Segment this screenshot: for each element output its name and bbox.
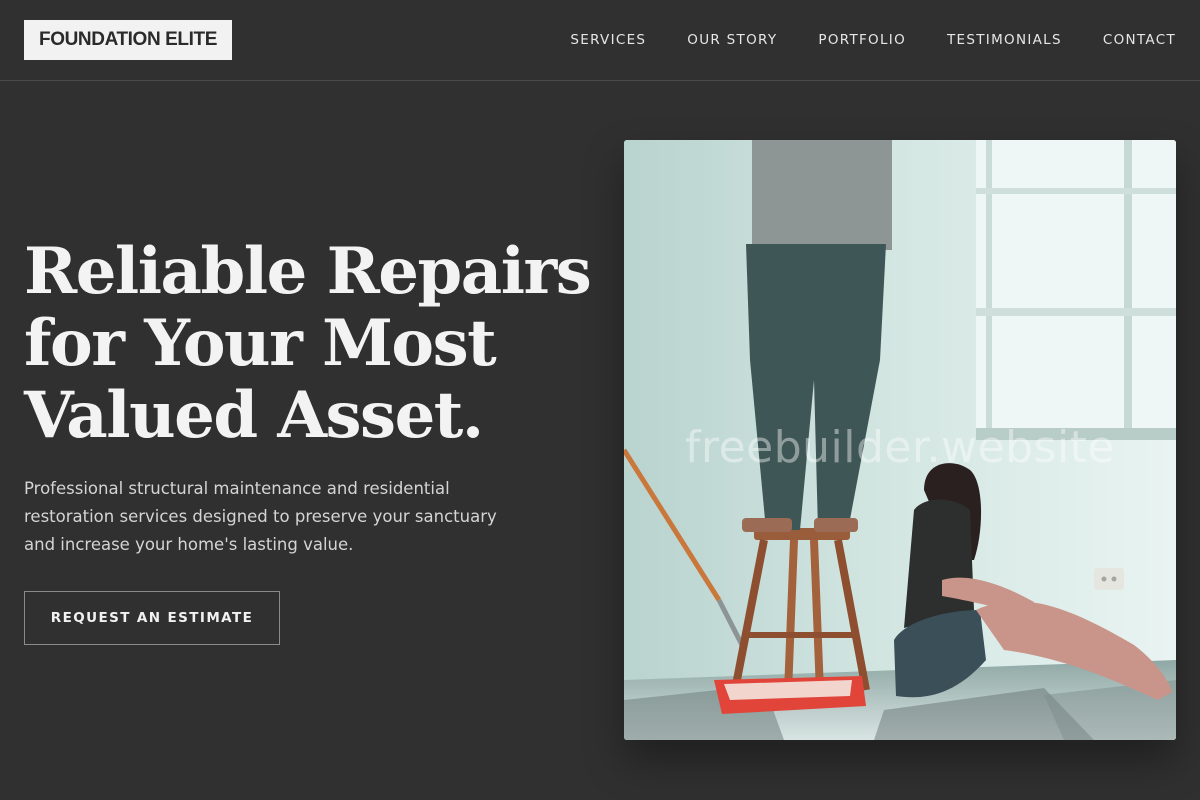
hero-title-line: Valued Asset. <box>24 378 484 453</box>
main-nav: SERVICES OUR STORY PORTFOLIO TESTIMONIAL… <box>570 0 1176 80</box>
nav-link-testimonials[interactable]: TESTIMONIALS <box>947 32 1062 48</box>
hero-description-line: and increase your home's lasting value. <box>24 535 354 554</box>
hero-title-line: for Your Most <box>24 306 497 381</box>
hero-title-line: Reliable Repairs <box>24 234 592 309</box>
logo[interactable]: FOUNDATION ELITE <box>24 20 232 60</box>
nav-link-portfolio[interactable]: PORTFOLIO <box>818 32 906 48</box>
hero-image: freebuilder.website <box>624 140 1176 740</box>
hero-description-line: restoration services designed to preserv… <box>24 507 497 526</box>
hero-description-line: Professional structural maintenance and … <box>24 479 450 498</box>
nav-link-services[interactable]: SERVICES <box>570 32 646 48</box>
nav-link-our-story[interactable]: OUR STORY <box>687 32 777 48</box>
watermark: freebuilder.website <box>684 422 1115 473</box>
hero-description: Professional structural maintenance and … <box>24 475 524 559</box>
nav-link-contact[interactable]: CONTACT <box>1103 32 1176 48</box>
site-header: FOUNDATION ELITE SERVICES OUR STORY PORT… <box>0 0 1200 81</box>
hero-title: Reliable Repairs for Your Most Valued As… <box>24 236 594 452</box>
request-estimate-button[interactable]: REQUEST AN ESTIMATE <box>24 591 280 645</box>
